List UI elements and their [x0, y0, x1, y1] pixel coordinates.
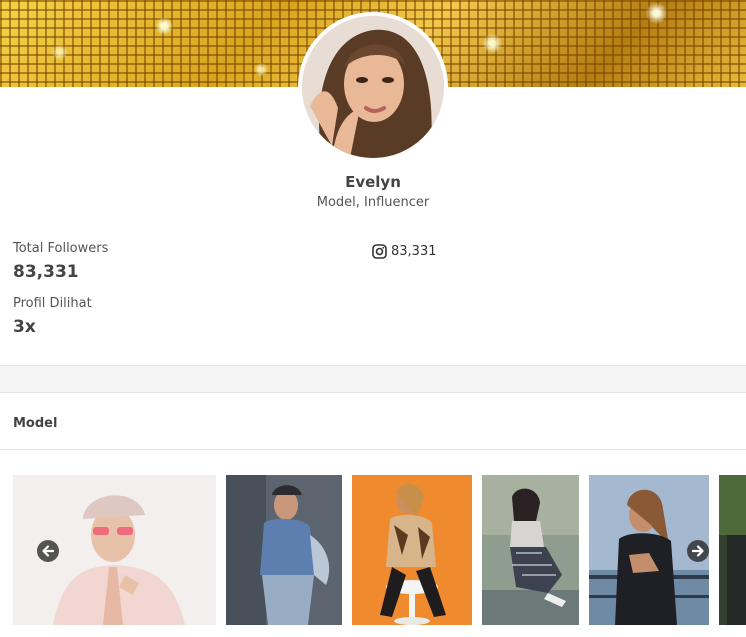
profile-role: Model, Influencer	[316, 195, 430, 210]
photo-gallery	[0, 475, 746, 637]
arrow-left-icon	[42, 545, 55, 557]
section-separator	[0, 365, 746, 393]
profile-name: Evelyn	[345, 173, 401, 191]
instagram-follower-count: 83,331	[391, 244, 437, 259]
section-divider	[0, 449, 746, 450]
followers-label: Total Followers	[13, 241, 109, 256]
avatar	[298, 12, 448, 162]
instagram-icon	[372, 244, 387, 259]
gallery-photo[interactable]	[719, 475, 746, 625]
arrow-right-icon	[691, 545, 704, 557]
gallery-next-button[interactable]	[687, 540, 709, 562]
gallery-photo[interactable]	[226, 475, 342, 625]
profile-views-value: 3x	[13, 317, 36, 337]
instagram-link[interactable]: 83,331	[372, 244, 437, 259]
gallery-photo[interactable]	[352, 475, 472, 625]
section-title: Model	[13, 416, 58, 431]
gallery-prev-button[interactable]	[37, 540, 59, 562]
followers-value: 83,331	[13, 262, 79, 282]
gallery-photo[interactable]	[482, 475, 579, 625]
profile-views-label: Profil Dilihat	[13, 296, 92, 311]
